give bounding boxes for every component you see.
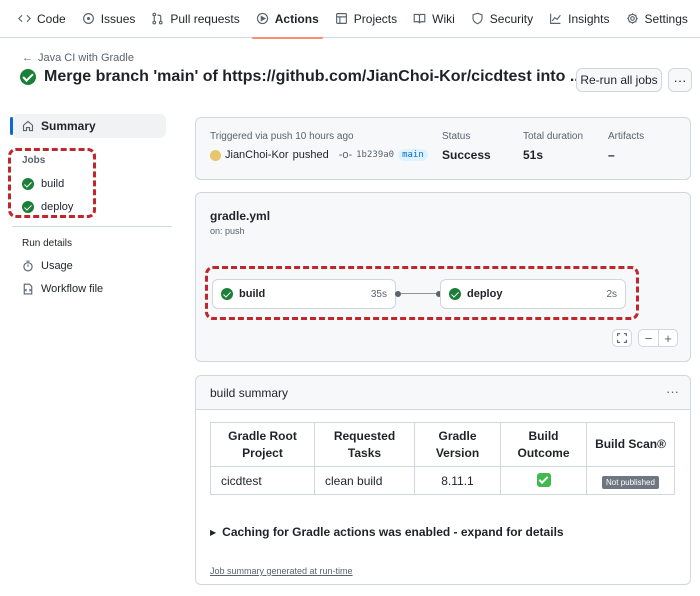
back-link[interactable]: ← Java CI with Gradle: [22, 52, 134, 64]
cell-outcome: [500, 466, 587, 495]
success-check-icon: [20, 69, 36, 85]
tab-label: Security: [489, 11, 534, 26]
tab-label: Code: [37, 11, 66, 26]
fullscreen-icon: [617, 333, 627, 343]
column-header: Build Scan®: [586, 422, 675, 467]
home-icon: [22, 120, 34, 132]
run-title-text: Merge branch 'main' of https://github.co…: [44, 68, 584, 85]
status-value: Success: [442, 148, 491, 162]
trigger-label: Triggered via push 10 hours ago: [210, 131, 354, 142]
tab-issues[interactable]: Issues: [74, 0, 144, 38]
not-published-badge: Not published: [602, 475, 659, 489]
zoom-in-button[interactable]: +: [658, 329, 678, 347]
zoom-out-button[interactable]: −: [638, 329, 658, 347]
file-code-icon: [23, 283, 33, 295]
sidebar-item-label: Workflow file: [41, 283, 104, 295]
artifacts-value: –: [608, 148, 615, 162]
fullscreen-button[interactable]: [612, 329, 632, 347]
cell-build-scan: Not published: [586, 466, 675, 495]
build-summary-title: build summary: [210, 386, 289, 400]
cell-tasks: clean build: [314, 466, 415, 495]
tab-wiki[interactable]: Wiki: [405, 0, 463, 38]
shield-icon: [472, 12, 483, 25]
branch-badge[interactable]: main: [398, 149, 428, 161]
tab-label: Wiki: [432, 11, 455, 26]
commit-sha[interactable]: 1b239a0: [356, 150, 394, 160]
tab-pull-requests[interactable]: Pull requests: [143, 0, 247, 38]
duration-label: Total duration: [523, 131, 584, 142]
tab-label: Pull requests: [170, 11, 240, 26]
triangle-right-icon: ▶: [210, 527, 217, 537]
jobs-highlight-annotation: [8, 148, 96, 218]
run-details-heading: Run details: [22, 238, 73, 249]
run-title-row: Merge branch 'main' of https://github.co…: [20, 68, 605, 86]
page-title: Merge branch 'main' of https://github.co…: [44, 68, 605, 86]
stopwatch-icon: [23, 260, 33, 272]
tab-insights[interactable]: Insights: [541, 0, 617, 38]
tab-label: Projects: [353, 11, 398, 26]
sidebar-item-summary[interactable]: Summary: [10, 114, 166, 138]
summary-kebab-button[interactable]: ···: [666, 384, 679, 399]
tab-label: Settings: [644, 11, 688, 26]
run-info-card: Triggered via push 10 hours ago JianChoi…: [195, 117, 691, 180]
tab-label: Issues: [100, 11, 136, 26]
status-label: Status: [442, 131, 471, 142]
workflow-trigger: on: push: [210, 226, 245, 236]
caching-details-toggle[interactable]: ▶ Caching for Gradle actions was enabled…: [210, 525, 564, 539]
column-header: Gradle Version: [414, 422, 501, 467]
tab-label: Insights: [568, 11, 610, 26]
push-info: JianChoi-Kor pushed -o- 1b239a0 main: [210, 149, 428, 161]
artifacts-label: Artifacts: [608, 131, 645, 142]
table-icon: [335, 13, 347, 24]
column-header: Requested Tasks: [314, 422, 415, 467]
cell-project: cicdtest: [210, 466, 315, 495]
more-options-button[interactable]: ···: [668, 68, 692, 92]
commit-icon: -o-: [338, 149, 353, 161]
table-row: cicdtest clean build 8.11.1 Not publishe…: [210, 466, 675, 495]
tab-security[interactable]: Security: [463, 0, 541, 38]
arrow-left-icon: ←: [22, 52, 33, 64]
sidebar-divider: [12, 226, 172, 227]
avatar: [210, 149, 221, 161]
tab-actions[interactable]: Actions: [248, 0, 327, 39]
gear-icon: [626, 13, 638, 24]
actor-link[interactable]: JianChoi-Kor: [225, 149, 289, 161]
caching-note: Caching for Gradle actions was enabled -…: [222, 525, 564, 539]
column-header: Gradle Root Project: [210, 422, 315, 467]
workflow-file-name[interactable]: gradle.yml: [210, 209, 270, 223]
tab-code[interactable]: Code: [10, 0, 74, 38]
back-link-label: Java CI with Gradle: [38, 52, 134, 64]
sidebar-item-workflow-file[interactable]: Workflow file: [22, 283, 103, 295]
sidebar-item-label: Summary: [41, 119, 96, 133]
cell-version: 8.11.1: [414, 466, 501, 495]
workflow-graph-card: gradle.yml on: push build 35s deploy 2s …: [195, 192, 691, 362]
repo-nav: Code Issues Pull requests Actions Projec…: [0, 0, 700, 39]
graph-icon: [550, 13, 561, 24]
column-header: Build Outcome: [500, 422, 587, 467]
gradle-summary-table: Gradle Root Project Requested Tasks Gradle…: [210, 422, 675, 495]
jobs-graph-highlight-annotation: [205, 266, 639, 320]
pull-request-icon: [152, 12, 163, 25]
code-icon: [18, 14, 31, 23]
check-mark-icon: [536, 473, 551, 488]
table-header-row: Gradle Root Project Requested Tasks Gradle…: [210, 422, 675, 467]
duration-value: 51s: [523, 148, 544, 162]
tab-label: Actions: [274, 11, 319, 26]
sidebar-item-label: Usage: [41, 260, 73, 272]
play-icon: [256, 12, 268, 25]
book-icon: [413, 13, 426, 24]
sidebar-item-usage[interactable]: Usage: [22, 260, 73, 272]
action-text: pushed: [292, 149, 329, 161]
tab-settings[interactable]: Settings: [618, 0, 696, 38]
issue-icon: [82, 13, 94, 24]
tab-projects[interactable]: Projects: [327, 0, 405, 38]
job-summary-link[interactable]: Job summary generated at run-time: [210, 566, 353, 576]
rerun-all-jobs-button[interactable]: Re-run all jobs: [576, 68, 662, 92]
